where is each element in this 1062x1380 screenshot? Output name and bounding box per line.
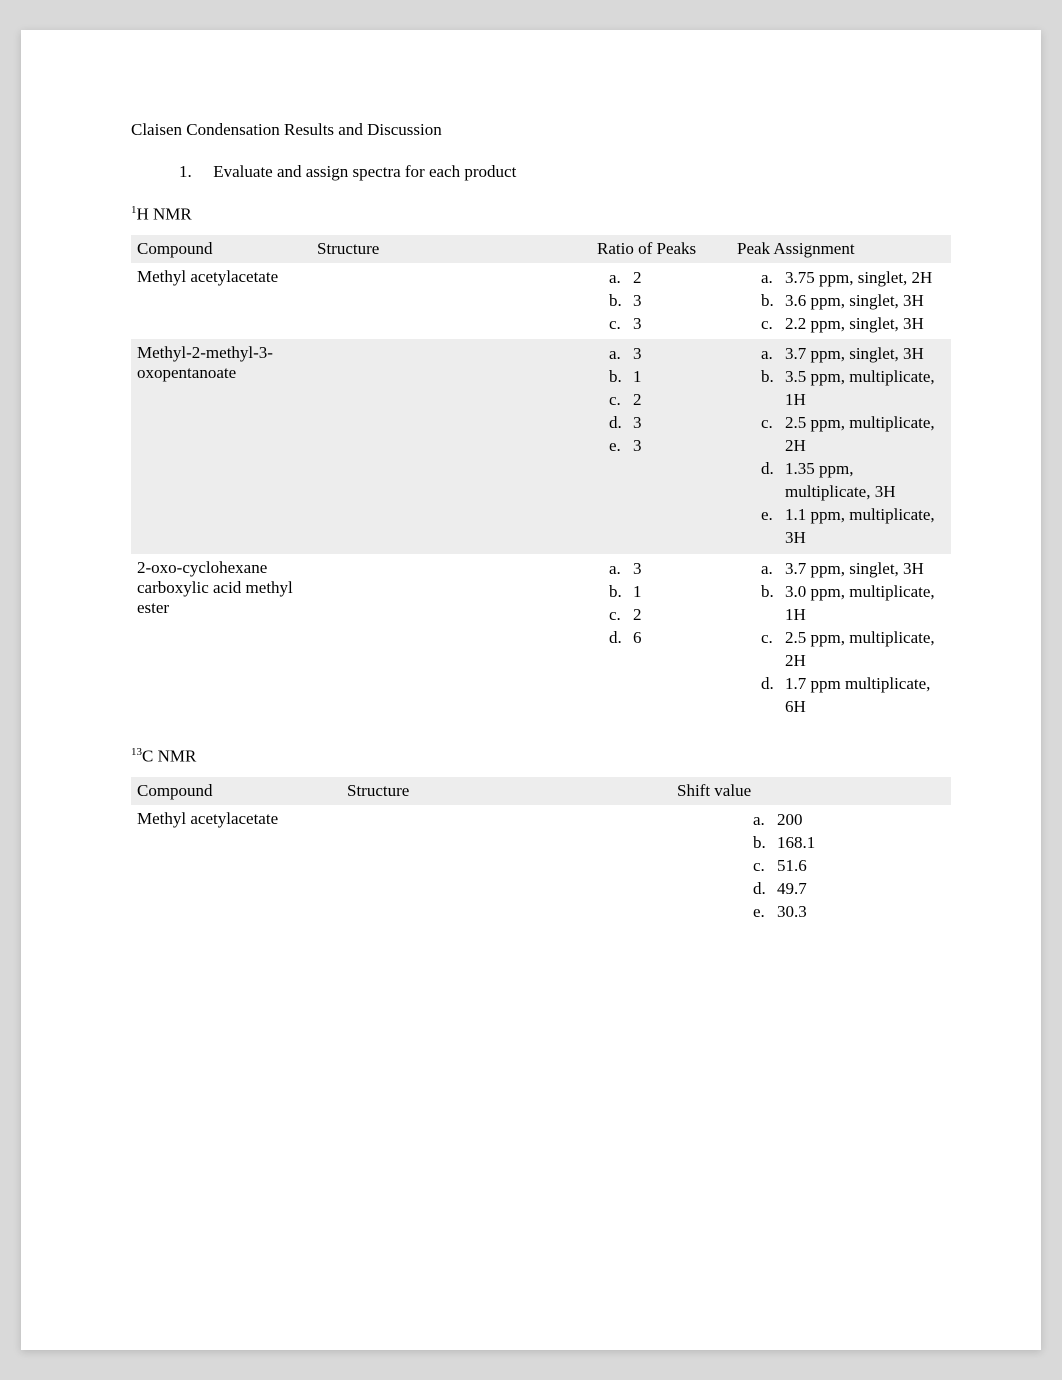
peak-value: 2.5 ppm, multiplicate, 2H (785, 628, 935, 670)
table-row: Methyl acetylacetate a.2 b.3 c.3 a.3.75 … (131, 263, 951, 340)
cell-peak: a.3.7 ppm, singlet, 3H b.3.0 ppm, multip… (731, 554, 951, 723)
label: d. (609, 412, 633, 435)
cell-compound: Methyl-2-methyl-3-oxopentanoate (131, 339, 311, 553)
document-page: Claisen Condensation Results and Discuss… (21, 30, 1041, 1350)
label: a. (609, 343, 633, 366)
label: d. (761, 458, 785, 481)
heading-hnmr: 1H NMR (131, 204, 951, 225)
heading-cnmr: 13C NMR (131, 746, 951, 767)
label: b. (609, 581, 633, 604)
col-compound: Compound (131, 777, 341, 805)
cnmr-table: Compound Structure Shift value Methyl ac… (131, 777, 951, 928)
label: e. (753, 901, 777, 924)
label: b. (761, 366, 785, 389)
label: b. (753, 832, 777, 855)
label: c. (761, 313, 785, 336)
col-structure: Structure (311, 235, 591, 263)
ratio-value: 2 (633, 390, 642, 409)
cnmr-label: C NMR (142, 747, 196, 766)
ratio-value: 2 (633, 605, 642, 624)
hnmr-table: Compound Structure Ratio of Peaks Peak A… (131, 235, 951, 723)
shift-value: 51.6 (777, 856, 807, 875)
question-item-1: 1. Evaluate and assign spectra for each … (179, 162, 951, 182)
label: c. (753, 855, 777, 878)
ratio-value: 1 (633, 582, 642, 601)
cell-structure (341, 805, 671, 928)
label: c. (609, 313, 633, 336)
table-row: 2-oxo-cyclohexane carboxylic acid methyl… (131, 554, 951, 723)
peak-value: 3.6 ppm, singlet, 3H (785, 291, 924, 310)
cell-peak: a.3.7 ppm, singlet, 3H b.3.5 ppm, multip… (731, 339, 951, 553)
label: a. (609, 267, 633, 290)
col-ratio: Ratio of Peaks (591, 235, 731, 263)
ratio-value: 3 (633, 344, 642, 363)
cell-compound: 2-oxo-cyclohexane carboxylic acid methyl… (131, 554, 311, 723)
list-number: 1. (179, 162, 209, 182)
peak-value: 3.75 ppm, singlet, 2H (785, 268, 932, 287)
shift-value: 200 (777, 810, 803, 829)
label: b. (761, 290, 785, 313)
table-row: Methyl-2-methyl-3-oxopentanoate a.3 b.1 … (131, 339, 951, 553)
cell-structure (311, 339, 591, 553)
peak-value: 1.1 ppm, multiplicate, 3H (785, 505, 935, 547)
ratio-value: 6 (633, 628, 642, 647)
shift-value: 168.1 (777, 833, 815, 852)
label: d. (609, 627, 633, 650)
col-compound: Compound (131, 235, 311, 263)
col-structure: Structure (341, 777, 671, 805)
shift-value: 49.7 (777, 879, 807, 898)
label: b. (609, 290, 633, 313)
page-title: Claisen Condensation Results and Discuss… (131, 120, 951, 140)
cell-compound: Methyl acetylacetate (131, 263, 311, 340)
cell-ratio: a.2 b.3 c.3 (591, 263, 731, 340)
label: a. (753, 809, 777, 832)
peak-value: 1.35 ppm, multiplicate, 3H (785, 459, 895, 501)
cell-shift: a.200 b.168.1 c.51.6 d.49.7 e.30.3 (671, 805, 951, 928)
peak-value: 3.5 ppm, multiplicate, 1H (785, 367, 935, 409)
cnmr-super: 13 (131, 746, 142, 758)
list-text: Evaluate and assign spectra for each pro… (213, 162, 516, 181)
peak-value: 2.2 ppm, singlet, 3H (785, 314, 924, 333)
label: a. (761, 343, 785, 366)
label: c. (761, 627, 785, 650)
label: d. (753, 878, 777, 901)
peak-value: 1.7 ppm multiplicate, 6H (785, 674, 930, 716)
ratio-value: 3 (633, 436, 642, 455)
cell-ratio: a.3 b.1 c.2 d.6 (591, 554, 731, 723)
shift-value: 30.3 (777, 902, 807, 921)
label: b. (761, 581, 785, 604)
ratio-value: 2 (633, 268, 642, 287)
label: a. (761, 267, 785, 290)
ratio-value: 3 (633, 291, 642, 310)
peak-value: 3.7 ppm, singlet, 3H (785, 559, 924, 578)
label: b. (609, 366, 633, 389)
ratio-value: 1 (633, 367, 642, 386)
label: a. (609, 558, 633, 581)
table-row: Methyl acetylacetate a.200 b.168.1 c.51.… (131, 805, 951, 928)
label: c. (609, 604, 633, 627)
cell-structure (311, 263, 591, 340)
cell-peak: a.3.75 ppm, singlet, 2H b.3.6 ppm, singl… (731, 263, 951, 340)
label: c. (761, 412, 785, 435)
label: e. (761, 504, 785, 527)
ratio-value: 3 (633, 314, 642, 333)
peak-value: 2.5 ppm, multiplicate, 2H (785, 413, 935, 455)
label: c. (609, 389, 633, 412)
label: d. (761, 673, 785, 696)
label: e. (609, 435, 633, 458)
ratio-value: 3 (633, 559, 642, 578)
col-peak: Peak Assignment (731, 235, 951, 263)
cell-compound: Methyl acetylacetate (131, 805, 341, 928)
peak-value: 3.7 ppm, singlet, 3H (785, 344, 924, 363)
cell-ratio: a.3 b.1 c.2 d.3 e.3 (591, 339, 731, 553)
peak-value: 3.0 ppm, multiplicate, 1H (785, 582, 935, 624)
ratio-value: 3 (633, 413, 642, 432)
col-shift: Shift value (671, 777, 951, 805)
label: a. (761, 558, 785, 581)
cell-structure (311, 554, 591, 723)
hnmr-label: H NMR (137, 205, 192, 224)
